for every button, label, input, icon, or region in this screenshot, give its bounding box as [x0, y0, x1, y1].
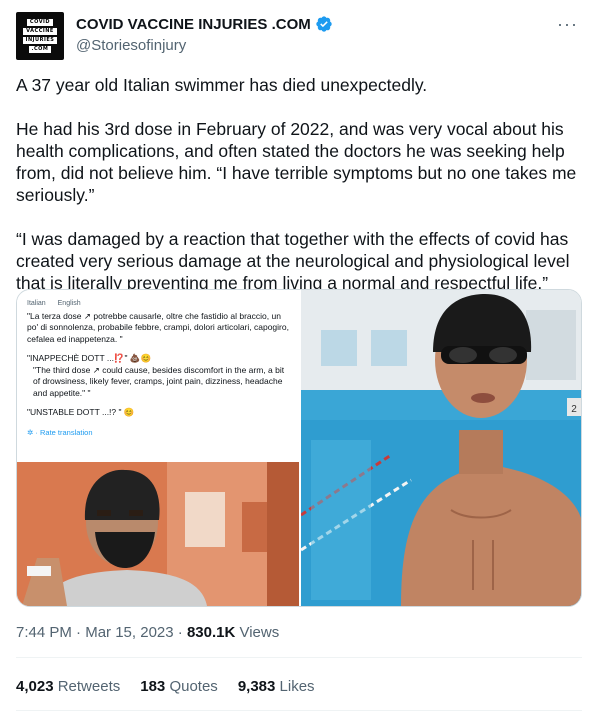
- tweet-text: A 37 year old Italian swimmer has died u…: [16, 74, 582, 316]
- divider: [16, 710, 582, 711]
- selfie-photo-masked[interactable]: [17, 462, 299, 606]
- retweets-stat[interactable]: 4,023 Retweets: [16, 678, 120, 695]
- likes-label: Likes: [275, 678, 315, 695]
- translated-post-screenshot[interactable]: Italian English "La terza dose ↗ potrebb…: [17, 290, 299, 462]
- tweet-header: COVID VACCINE INJURIES .COM COVID VACCIN…: [16, 12, 582, 64]
- avatar-line: .COM: [28, 46, 52, 53]
- quotes-stat[interactable]: 183 Quotes: [140, 678, 218, 695]
- media-left-column: Italian English "La terza dose ↗ potrebb…: [17, 290, 299, 606]
- gear-icon: ✲: [27, 427, 34, 437]
- italian-caption: "INAPPECHÈ DOTT ...⁉️" 💩😊: [27, 353, 152, 363]
- more-options-icon[interactable]: ···: [557, 14, 578, 35]
- english-text: "The third dose ↗ could cause, besides d…: [33, 364, 285, 398]
- english-caption: "UNSTABLE DOTT ...!? " 😊: [27, 407, 135, 417]
- display-name-row[interactable]: COVID VACCINE INJURIES .COM: [76, 15, 333, 33]
- tweet-date[interactable]: Mar 15, 2023: [85, 624, 173, 641]
- pool-selfie-photo[interactable]: 2: [301, 290, 581, 606]
- tweet-meta: 7:44 PM · Mar 15, 2023 · 830.1K Views: [16, 624, 279, 641]
- tweet-paragraph: He had his 3rd dose in February of 2022,…: [16, 119, 577, 205]
- views-label: Views: [235, 624, 280, 641]
- avatar-line: VACCINE: [23, 28, 57, 35]
- display-name[interactable]: COVID VACCINE INJURIES .COM: [76, 16, 311, 33]
- account-handle[interactable]: @Storiesofinjury: [76, 37, 186, 54]
- engagement-stats: 4,023 Retweets 183 Quotes 9,383 Likes: [16, 678, 315, 695]
- avatar-line: COVID: [26, 19, 54, 26]
- avatar[interactable]: COVID VACCINE INJURIES .COM: [16, 12, 64, 60]
- quotes-label: Quotes: [165, 678, 218, 695]
- language-labels: Italian English: [27, 298, 289, 310]
- rate-translation-link: ✲ · Rate translation: [27, 427, 93, 437]
- likes-stat[interactable]: 9,383 Likes: [238, 678, 315, 695]
- avatar-line: INJURIES: [22, 37, 58, 44]
- views-count: 830.1K: [186, 624, 236, 641]
- selfie-illustration: [17, 462, 299, 606]
- pool-lane-number: 2: [571, 404, 577, 415]
- meta-separator: ·: [71, 624, 86, 641]
- meta-separator: ·: [173, 624, 187, 641]
- media-grid: Italian English "La terza dose ↗ potrebb…: [16, 289, 582, 607]
- retweets-count: 4,023: [16, 678, 54, 695]
- rate-translation-label: Rate translation: [39, 427, 93, 437]
- italian-text: "La terza dose ↗ potrebbe causarle, oltr…: [27, 310, 289, 344]
- tweet-time[interactable]: 7:44 PM: [16, 624, 72, 641]
- quotes-count: 183: [140, 678, 166, 695]
- pool-selfie-illustration: 2: [301, 290, 581, 606]
- retweets-label: Retweets: [53, 678, 121, 695]
- likes-count: 9,383: [237, 678, 276, 695]
- lang-to: English: [57, 300, 81, 307]
- divider: [16, 657, 582, 658]
- tweet-paragraph: A 37 year old Italian swimmer has died u…: [16, 75, 428, 95]
- tweet-paragraph: “I was damaged by a reaction that togeth…: [16, 229, 570, 293]
- verified-badge-icon: [316, 16, 332, 32]
- pool-photo-background: 2: [301, 290, 581, 606]
- lang-from: Italian: [27, 300, 46, 307]
